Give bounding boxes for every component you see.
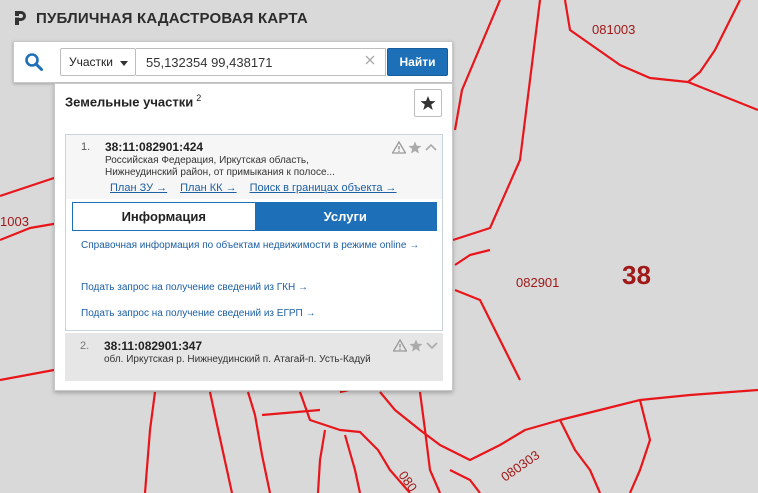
service-link-online-info[interactable]: Справочная информация по объектам недвиж… (81, 239, 431, 252)
chevron-down-icon (120, 61, 128, 66)
result-number: 2. (80, 340, 90, 352)
address-line: Российская Федерация, Иркутская область, (105, 155, 309, 166)
app-title: ПУБЛИЧНАЯ КАДАСТРОВАЯ КАРТА (36, 9, 308, 27)
logo-icon (15, 11, 26, 25)
star-icon (420, 96, 436, 110)
result-item-header: 1. 38:11:082901:424 Российская Федерация… (66, 135, 442, 199)
parcel-boundary (246, 391, 272, 493)
parcel-boundary (0, 368, 55, 382)
map-label-081003: 081003 (592, 22, 635, 37)
tab-services[interactable]: Услуги (254, 203, 436, 230)
parcel-boundary (379, 388, 758, 462)
address-line: Нижнеудинский район, от примыкания к пол… (105, 167, 335, 178)
search-in-bounds-link[interactable]: Поиск в границах объекта → (250, 182, 397, 194)
favorites-button[interactable] (414, 89, 442, 117)
tab-info[interactable]: Информация (73, 203, 255, 230)
search-type-label: Участки (69, 55, 113, 69)
parcel-boundary (452, 0, 542, 242)
service-link-egrp-request[interactable]: Подать запрос на получение сведений из Е… (81, 307, 431, 320)
close-icon[interactable] (364, 54, 376, 66)
cadastral-number[interactable]: 38:11:082901:424 (105, 140, 203, 154)
parcel-boundary (628, 399, 652, 493)
search-icon[interactable] (24, 52, 44, 72)
app-header: ПУБЛИЧНАЯ КАДАСТРОВАЯ КАРТА (12, 6, 308, 30)
results-panel: Земельные участки 2 1. 38:11:082901:424 Р… (54, 83, 453, 391)
map-label-080303: 080303 (498, 447, 542, 484)
result-item-1[interactable]: 1. 38:11:082901:424 Российская Федерация… (65, 134, 443, 331)
cadastral-number[interactable]: 38:11:082901:347 (104, 339, 202, 353)
results-count: 2 (196, 93, 202, 103)
parcel-boundary (454, 248, 491, 266)
parcel-boundary (453, 0, 502, 131)
result-links: План ЗУ → План КК → Поиск в границах объ… (110, 182, 397, 194)
map-label-region: 38 (622, 260, 651, 290)
result-address: Российская Федерация, Иркутская область,… (105, 155, 365, 179)
parcel-boundary (343, 434, 362, 493)
plan-kk-link[interactable]: План КК → (180, 182, 236, 194)
search-input[interactable] (136, 48, 386, 76)
map-label-1003: 1003 (0, 214, 29, 229)
result-tabs: Информация Услуги (72, 202, 437, 231)
map-label-082901: 082901 (516, 275, 559, 290)
chevron-down-icon[interactable] (425, 339, 439, 352)
result-number: 1. (81, 141, 91, 153)
parcel-boundary (449, 469, 481, 493)
result-actions (393, 339, 439, 352)
star-icon[interactable] (408, 141, 422, 154)
find-button[interactable]: Найти (387, 48, 448, 76)
result-item-2[interactable]: 2. 38:11:082901:347 обл. Иркутская р. Ни… (65, 333, 443, 381)
results-title: Земельные участки 2 (65, 93, 201, 109)
service-link-gkn-request[interactable]: Подать запрос на получение сведений из Г… (81, 281, 431, 294)
results-title-text: Земельные участки (65, 94, 194, 110)
parcel-boundary (261, 408, 321, 417)
warning-icon[interactable] (392, 141, 406, 154)
result-address: обл. Иркутская р. Нижнеудинский п. Атага… (104, 354, 371, 365)
search-type-select[interactable]: Участки (60, 48, 136, 76)
result-actions (392, 141, 438, 154)
star-icon[interactable] (409, 339, 423, 352)
warning-icon[interactable] (393, 339, 407, 352)
parcel-boundary (559, 419, 602, 493)
chevron-up-icon[interactable] (424, 141, 438, 154)
parcel-boundary (208, 391, 234, 493)
search-panel: Участки Найти (13, 41, 453, 83)
parcel-boundary (687, 80, 758, 112)
parcel-boundary (454, 288, 521, 381)
parcel-boundary (316, 429, 327, 493)
parcel-boundary (143, 391, 157, 493)
parcel-boundary (563, 0, 741, 84)
map-label-080: 080 (396, 468, 421, 493)
plan-zu-link[interactable]: План ЗУ → (110, 182, 167, 194)
